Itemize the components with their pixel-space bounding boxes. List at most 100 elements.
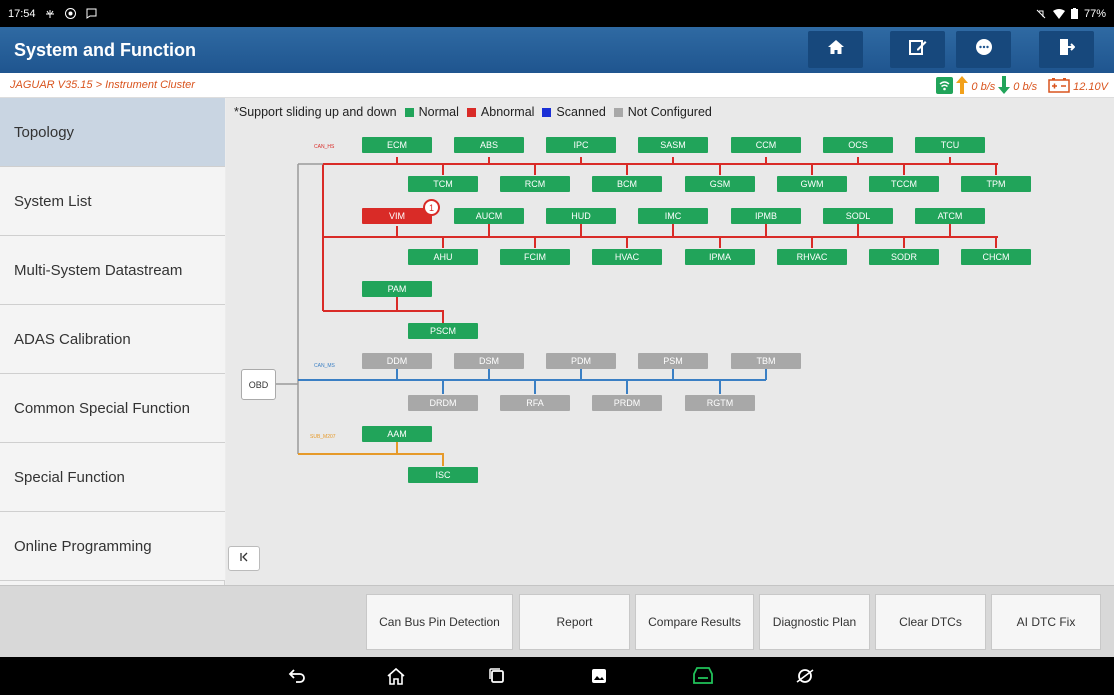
bus-label-sub-m207: SUB_M207 xyxy=(310,434,336,440)
module-imc[interactable]: IMC xyxy=(638,208,708,224)
module-ecm[interactable]: ECM xyxy=(362,137,432,153)
module-tcm[interactable]: TCM xyxy=(408,176,478,192)
module-ahu[interactable]: AHU xyxy=(408,249,478,265)
module-ocs[interactable]: OCS xyxy=(823,137,893,153)
sidebar-item-system-list[interactable]: System List xyxy=(0,167,225,236)
compare-results-button[interactable]: Compare Results xyxy=(635,594,754,650)
chat-button[interactable] xyxy=(956,31,1011,68)
module-gsm[interactable]: GSM xyxy=(685,176,755,192)
home-outline-icon[interactable] xyxy=(385,666,407,686)
module-ipc[interactable]: IPC xyxy=(546,137,616,153)
module-sodr[interactable]: SODR xyxy=(869,249,939,265)
home-button[interactable] xyxy=(808,31,863,68)
sidebar-item-label: ADAS Calibration xyxy=(14,330,131,348)
browser-icon[interactable] xyxy=(794,666,816,686)
battery-voltage-icon xyxy=(1048,77,1070,96)
module-aam[interactable]: AAM xyxy=(362,426,432,442)
battery-voltage: 12.10V xyxy=(1073,80,1108,93)
sidebar-item-label: Online Programming xyxy=(14,537,152,555)
module-dsm[interactable]: DSM xyxy=(454,353,524,369)
module-rfa[interactable]: RFA xyxy=(500,395,570,411)
topology-panel[interactable]: *Support sliding up and down Normal Abno… xyxy=(226,98,1114,585)
sidebar-item-special-function[interactable]: Special Function xyxy=(0,443,225,512)
module-aucm[interactable]: AUCM xyxy=(454,208,524,224)
module-pdm[interactable]: PDM xyxy=(546,353,616,369)
action-bar: Can Bus Pin Detection Report Compare Res… xyxy=(0,585,1114,657)
module-drdm[interactable]: DRDM xyxy=(408,395,478,411)
legend-scanned-swatch xyxy=(542,107,552,117)
title-bar: System and Function xyxy=(0,27,1114,73)
page-title: System and Function xyxy=(14,40,197,60)
module-tbm[interactable]: TBM xyxy=(731,353,801,369)
module-vim[interactable]: VIM xyxy=(362,208,432,224)
exit-button[interactable] xyxy=(1039,31,1094,68)
status-time: 17:54 xyxy=(8,7,36,20)
module-hvac[interactable]: HVAC xyxy=(592,249,662,265)
module-isc[interactable]: ISC xyxy=(408,467,478,483)
module-sodl[interactable]: SODL xyxy=(823,208,893,224)
recents-icon[interactable] xyxy=(486,666,508,686)
sidebar-item-adas-calibration[interactable]: ADAS Calibration xyxy=(0,305,225,374)
wifi-signal-icon xyxy=(936,76,954,97)
can-bus-pin-detection-button[interactable]: Can Bus Pin Detection xyxy=(366,594,513,650)
module-abs[interactable]: ABS xyxy=(454,137,524,153)
download-arrow-icon xyxy=(998,76,1011,97)
report-button[interactable]: Report xyxy=(519,594,630,650)
module-ccm[interactable]: CCM xyxy=(731,137,801,153)
settings-notify-icon xyxy=(64,7,77,20)
module-tpm[interactable]: TPM xyxy=(961,176,1031,192)
dtc-count-badge: 1 xyxy=(423,199,440,216)
edit-icon xyxy=(908,38,927,61)
upload-arrow-icon xyxy=(956,76,969,97)
edit-button[interactable] xyxy=(890,31,945,68)
collapse-sidebar-button[interactable] xyxy=(228,546,260,571)
legend-normal-swatch xyxy=(404,107,414,117)
gallery-icon[interactable] xyxy=(588,666,610,686)
module-pam[interactable]: PAM xyxy=(362,281,432,297)
module-tcu[interactable]: TCU xyxy=(915,137,985,153)
legend-normal: Normal xyxy=(418,105,459,119)
diagnostic-plan-button[interactable]: Diagnostic Plan xyxy=(759,594,870,650)
module-bcm[interactable]: BCM xyxy=(592,176,662,192)
module-gwm[interactable]: GWM xyxy=(777,176,847,192)
back-icon[interactable] xyxy=(286,666,308,686)
sidebar-item-topology[interactable]: Topology xyxy=(0,98,225,167)
legend: *Support sliding up and down Normal Abno… xyxy=(234,105,712,119)
module-rgtm[interactable]: RGTM xyxy=(685,395,755,411)
navigation-bar xyxy=(0,657,1114,695)
module-rcm[interactable]: RCM xyxy=(500,176,570,192)
sidebar-item-common-special-function[interactable]: Common Special Function xyxy=(0,374,225,443)
connection-stats: 0 b/s 0 b/s 12.10V xyxy=(936,76,1108,97)
module-ddm[interactable]: DDM xyxy=(362,353,432,369)
vci-icon[interactable] xyxy=(692,666,714,686)
module-prdm[interactable]: PRDM xyxy=(592,395,662,411)
collapse-left-icon xyxy=(239,552,249,565)
sidebar-item-label: Topology xyxy=(14,123,75,141)
download-rate: 0 b/s xyxy=(1013,80,1038,93)
clear-dtcs-button[interactable]: Clear DTCs xyxy=(875,594,986,650)
sidebar-item-multi-system-datastream[interactable]: Multi-System Datastream xyxy=(0,236,225,305)
legend-abnormal-swatch xyxy=(466,107,476,117)
obd-node[interactable]: OBD xyxy=(241,369,276,400)
wifi-icon xyxy=(1052,8,1065,19)
legend-not-configured-swatch xyxy=(613,107,623,117)
module-pscm[interactable]: PSCM xyxy=(408,323,478,339)
home-icon xyxy=(827,39,845,60)
chat-icon xyxy=(974,38,994,61)
module-atcm[interactable]: ATCM xyxy=(915,208,985,224)
sidebar-item-label: Special Function xyxy=(14,468,125,486)
module-ipma[interactable]: IPMA xyxy=(685,249,755,265)
ai-dtc-fix-button[interactable]: AI DTC Fix xyxy=(991,594,1101,650)
status-bar: 17:54 77% xyxy=(0,0,1114,27)
module-ipmb[interactable]: IPMB xyxy=(731,208,801,224)
module-psm[interactable]: PSM xyxy=(638,353,708,369)
sidebar-item-label: Common Special Function xyxy=(14,399,190,417)
module-chcm[interactable]: CHCM xyxy=(961,249,1031,265)
module-sasm[interactable]: SASM xyxy=(638,137,708,153)
module-tccm[interactable]: TCCM xyxy=(869,176,939,192)
sidebar-item-online-programming[interactable]: Online Programming xyxy=(0,512,225,581)
module-rhvac[interactable]: RHVAC xyxy=(777,249,847,265)
module-hud[interactable]: HUD xyxy=(546,208,616,224)
upload-rate: 0 b/s xyxy=(971,80,996,93)
module-fcim[interactable]: FCIM xyxy=(500,249,570,265)
